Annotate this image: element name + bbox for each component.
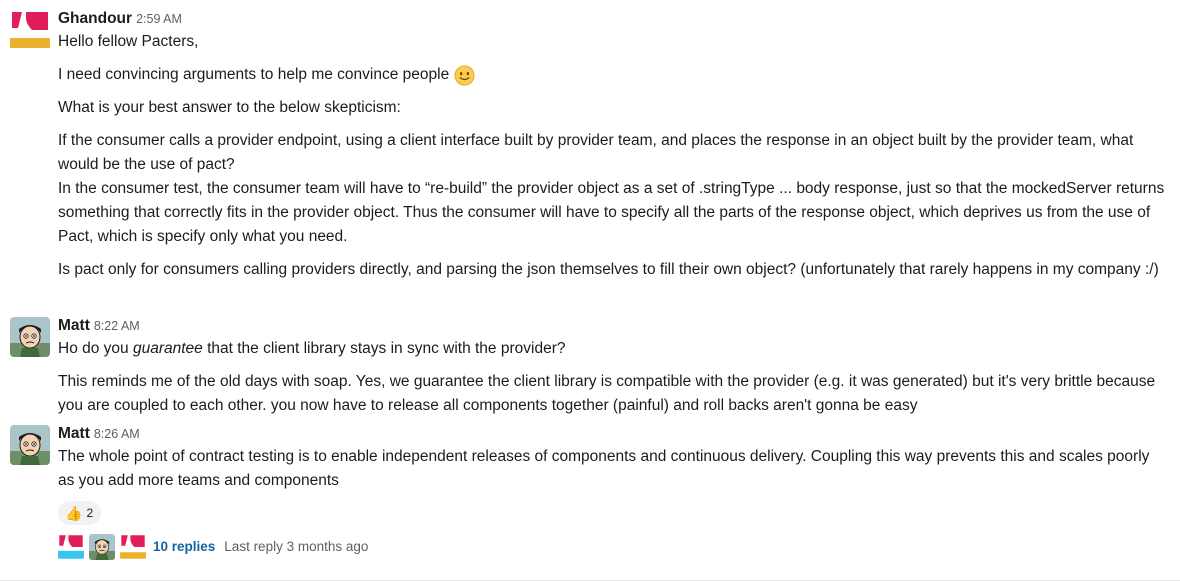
message-header: Ghandour 2:59 AM — [58, 8, 1166, 30]
thread-participant-avatar — [120, 534, 146, 560]
emphasized-text: guarantee — [132, 340, 203, 357]
cartoon-character-icon — [10, 317, 50, 357]
author-name[interactable]: Ghandour — [58, 10, 132, 27]
thread-replies-link[interactable]: 10 replies — [153, 535, 215, 559]
thumbs-up-reaction[interactable]: 👍 2 — [58, 501, 102, 525]
matt-avatar[interactable] — [10, 317, 50, 357]
ghandour-logo-icon — [10, 10, 50, 50]
cartoon-character-icon — [10, 425, 50, 465]
author-name[interactable]: Matt — [58, 317, 90, 334]
message-header: Matt 8:22 AM — [58, 315, 1166, 337]
ghandour-avatar[interactable] — [10, 10, 50, 50]
ghandour-logo-icon — [58, 534, 84, 560]
message-paragraph: The whole point of contract testing is t… — [58, 448, 1150, 489]
message-timestamp[interactable]: 8:26 AM — [94, 427, 140, 441]
message-text: I need convincing arguments to help me c… — [58, 66, 450, 83]
message-text: Ho do you — [58, 340, 133, 357]
author-name[interactable]: Matt — [58, 425, 90, 442]
thread-last-reply: Last reply 3 months ago — [224, 539, 369, 554]
message-paragraph: Ho do you guarantee that the client libr… — [58, 337, 1166, 361]
message-paragraph: What is your best answer to the below sk… — [58, 99, 401, 116]
message-text: that the client library stays in sync wi… — [202, 340, 566, 357]
thread-participant-avatar — [89, 534, 115, 560]
thread-participant-avatar — [58, 534, 84, 560]
message-timestamp[interactable]: 8:22 AM — [94, 319, 140, 333]
message-header: Matt 8:26 AM — [58, 423, 1166, 445]
message-paragraph: If the consumer calls a provider endpoin… — [58, 132, 1134, 173]
message-paragraph: Hello fellow Pacters, — [58, 33, 199, 50]
cartoon-character-icon — [89, 534, 115, 560]
thumbs-up-icon: 👍 — [65, 505, 83, 521]
matt-avatar[interactable] — [10, 425, 50, 465]
ghandour-logo-icon — [120, 534, 146, 560]
reaction-count: 2 — [86, 506, 94, 520]
message-paragraph: In the consumer test, the consumer team … — [58, 180, 1165, 245]
slightly-smiling-face-icon — [454, 64, 475, 86]
thread-summary[interactable]: 10 replies Last reply 3 months ago — [58, 534, 1166, 560]
reactions-bar: 👍 2 — [58, 501, 1166, 526]
message-timestamp[interactable]: 2:59 AM — [136, 12, 182, 26]
message-paragraph: I need convincing arguments to help me c… — [58, 63, 1166, 87]
message-paragraph: Is pact only for consumers calling provi… — [58, 261, 1159, 278]
message-paragraph: This reminds me of the old days with soa… — [58, 373, 1156, 414]
